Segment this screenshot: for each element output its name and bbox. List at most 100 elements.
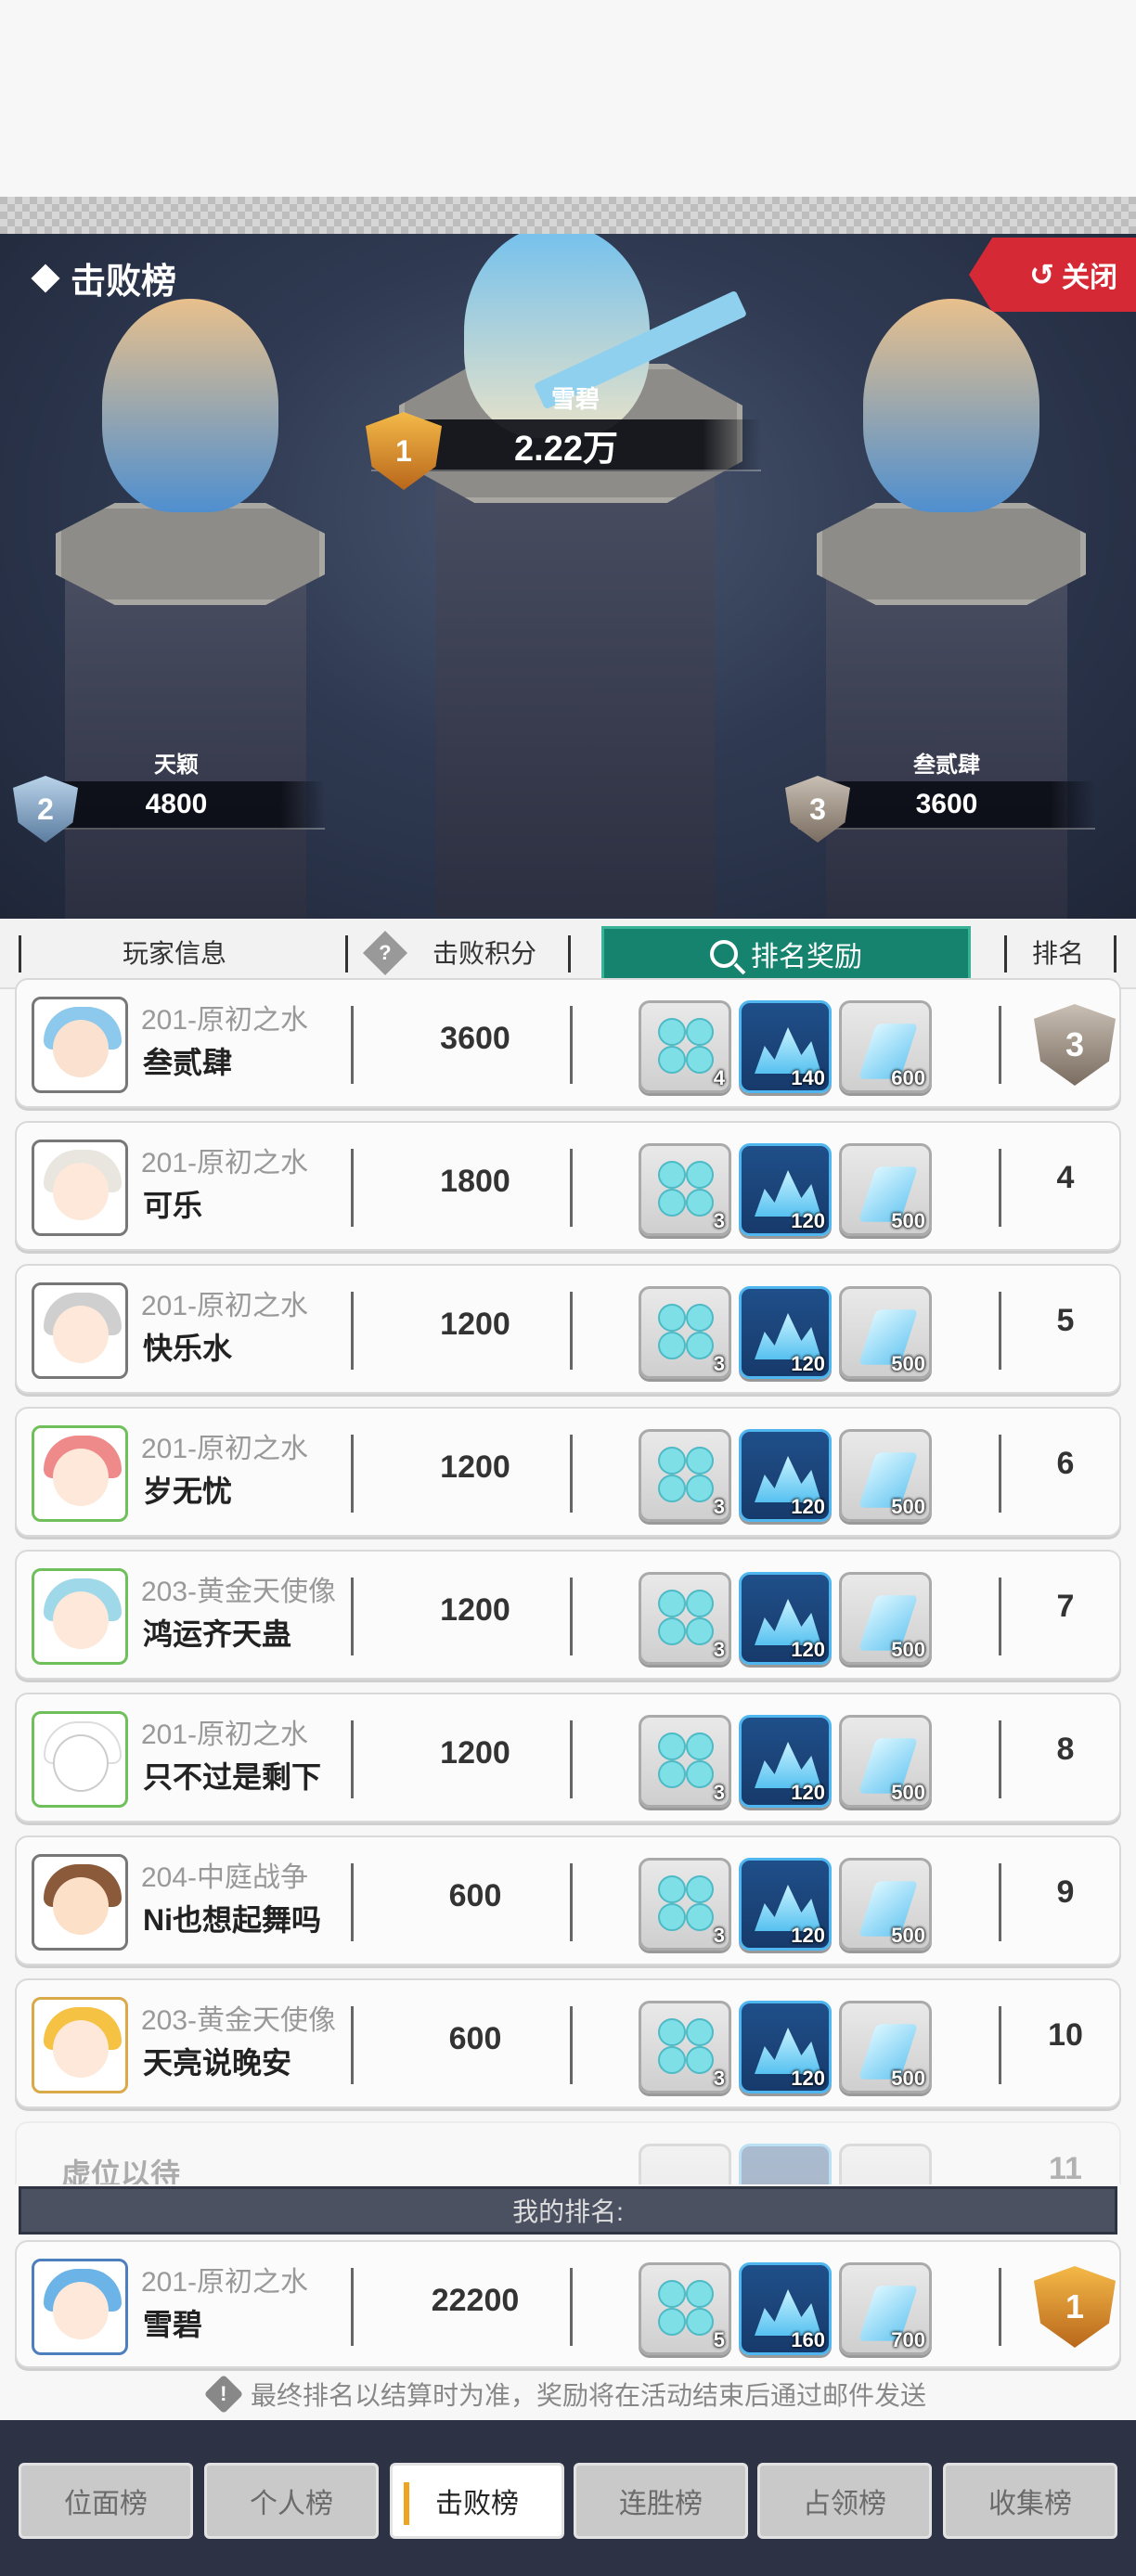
player-name: 可乐 (143, 1189, 203, 1222)
player-name: 天亮说晚安 (143, 2046, 292, 2080)
tab-plane-ranking[interactable]: 位面榜 (19, 2463, 193, 2539)
reward-item[interactable]: 120 (739, 1143, 832, 1236)
reward-item[interactable]: 500 (839, 1572, 932, 1665)
avatar[interactable] (32, 1854, 128, 1951)
tab-defeat-ranking[interactable]: 击败榜 (390, 2463, 564, 2539)
player-name: 鸿运齐天蛊 (143, 1617, 292, 1651)
rank-value: 10 (1048, 2017, 1083, 2053)
reward-item[interactable]: 500 (839, 1858, 932, 1951)
reward-item[interactable]: 160 (739, 2262, 832, 2355)
avatar[interactable] (32, 997, 128, 1093)
score-value: 3600 (440, 1021, 510, 1056)
reward-item[interactable]: 140 (739, 1000, 832, 1093)
reward-item[interactable]: 3 (639, 1858, 731, 1951)
avatar[interactable] (32, 1568, 128, 1665)
avatar[interactable] (32, 1711, 128, 1808)
reward-item[interactable]: 3 (639, 2001, 731, 2093)
reward-item[interactable]: 500 (839, 1429, 932, 1522)
reward-item[interactable]: 500 (839, 1286, 932, 1379)
server-label: 201-原初之水 (141, 2267, 309, 2298)
rank-value: 6 (1056, 1446, 1075, 1481)
clover-icon (658, 1732, 717, 1792)
server-label: 203-黄金天使像 (141, 2005, 337, 2036)
close-button[interactable]: ↺ 关闭 (969, 238, 1136, 312)
reward-item[interactable]: 120 (739, 1572, 832, 1665)
reward-item[interactable]: 500 (839, 1715, 932, 1808)
table-row[interactable]: 203-黄金天使像 鸿运齐天蛊 1200 3 120 500 7 (15, 1550, 1121, 1680)
player-name: 叁贰肆 (143, 1046, 233, 1079)
reward-item[interactable]: 120 (739, 2001, 832, 2093)
col-defeat-score: 击败积分 (432, 939, 537, 968)
reward-item[interactable]: 120 (739, 1715, 832, 1808)
server-label: 201-原初之水 (141, 1719, 309, 1750)
table-row[interactable]: 204-中庭战争 Ni也想起舞吗 600 3 120 500 9 (15, 1835, 1121, 1965)
return-arrow-icon: ↺ (1029, 258, 1054, 291)
search-icon (710, 940, 738, 968)
notice-text: ! 最终排名以结算时为准，奖励将在活动结束后通过邮件发送 (0, 2374, 1136, 2415)
player-name: 只不过是剩下 (143, 1760, 322, 1794)
score-value: 1800 (440, 1164, 510, 1199)
player-name: 岁无忧 (143, 1475, 233, 1508)
clover-icon (658, 2018, 717, 2078)
server-label: 201-原初之水 (141, 1291, 309, 1321)
table-row[interactable]: 虚位以待 11 (15, 2121, 1121, 2184)
podium-third-name: 叁贰肆 (913, 753, 980, 778)
reward-item[interactable]: 3 (639, 1715, 731, 1808)
table-row[interactable]: 201-原初之水 叁贰肆 3600 4 140 600 3 (15, 978, 1121, 1108)
reward-tab[interactable]: 排名奖励 (601, 926, 971, 982)
avatar[interactable] (32, 1140, 128, 1236)
podium-hero: 击败榜 ↺ 关闭 雪碧 2.22万 1 天颖 4800 2 叁贰肆 3600 3 (0, 234, 1136, 919)
score-value: 22200 (431, 2283, 520, 2318)
reward-item[interactable]: 3 (639, 1143, 731, 1236)
podium-second-name: 天颖 (154, 753, 199, 778)
rank-shield-icon: 1 (1034, 2266, 1116, 2348)
question-icon[interactable]: ? (362, 930, 408, 976)
rank-shield-icon: 3 (1034, 1004, 1116, 1086)
clover-icon (658, 2280, 717, 2339)
podium-first-name: 雪碧 (550, 385, 600, 413)
reward-item[interactable]: 500 (839, 1143, 932, 1236)
score-value: 1200 (440, 1735, 510, 1771)
avatar[interactable] (32, 1425, 128, 1522)
second-figure (102, 299, 278, 512)
reward-item[interactable]: 4 (639, 1000, 731, 1093)
reward-item[interactable]: 5 (639, 2262, 731, 2355)
tab-personal-ranking[interactable]: 个人榜 (204, 2463, 379, 2539)
score-value: 600 (448, 1878, 502, 1913)
page-title: 击败榜 (31, 252, 176, 303)
score-value: 1200 (440, 1449, 510, 1485)
reward-item[interactable]: 120 (739, 1429, 832, 1522)
score-value: 1200 (440, 1307, 510, 1342)
reward-item (739, 2144, 832, 2184)
rank-value: 8 (1056, 1732, 1075, 1767)
reward-item[interactable]: 600 (839, 1000, 932, 1093)
reward-item[interactable]: 3 (639, 1572, 731, 1665)
reward-item[interactable]: 3 (639, 1286, 731, 1379)
tab-win-streak-ranking[interactable]: 连胜榜 (574, 2463, 748, 2539)
player-name: 雪碧 (143, 2308, 203, 2341)
reward-item[interactable]: 500 (839, 2001, 932, 2093)
my-rank-row[interactable]: 201-原初之水 雪碧 22200 5 160 700 1 (15, 2240, 1121, 2368)
player-name: 快乐水 (143, 1332, 233, 1365)
reward-item (639, 2144, 731, 2184)
avatar[interactable] (32, 1997, 128, 2093)
reward-item[interactable]: 120 (739, 1858, 832, 1951)
player-name: 虚位以待 (61, 2157, 181, 2184)
reward-item[interactable]: 3 (639, 1429, 731, 1522)
avatar[interactable] (32, 1282, 128, 1379)
col-rank: 排名 (1032, 939, 1085, 968)
table-row[interactable]: 201-原初之水 快乐水 1200 3 120 500 5 (15, 1264, 1121, 1394)
table-row[interactable]: 203-黄金天使像 天亮说晚安 600 3 120 500 10 (15, 1978, 1121, 2108)
table-row[interactable]: 201-原初之水 岁无忧 1200 3 120 500 6 (15, 1407, 1121, 1537)
table-row[interactable]: 201-原初之水 可乐 1800 3 120 500 4 (15, 1121, 1121, 1251)
tab-collection-ranking[interactable]: 收集榜 (943, 2463, 1117, 2539)
server-label: 203-黄金天使像 (141, 1577, 337, 1607)
table-row[interactable]: 201-原初之水 只不过是剩下 1200 3 120 500 8 (15, 1693, 1121, 1823)
rank-value: 7 (1056, 1589, 1075, 1624)
warning-icon: ! (203, 2374, 244, 2415)
reward-item[interactable]: 120 (739, 1286, 832, 1379)
tab-occupation-ranking[interactable]: 占领榜 (757, 2463, 932, 2539)
reward-item[interactable]: 700 (839, 2262, 932, 2355)
avatar[interactable] (32, 2259, 128, 2355)
server-label: 201-原初之水 (141, 1434, 309, 1464)
